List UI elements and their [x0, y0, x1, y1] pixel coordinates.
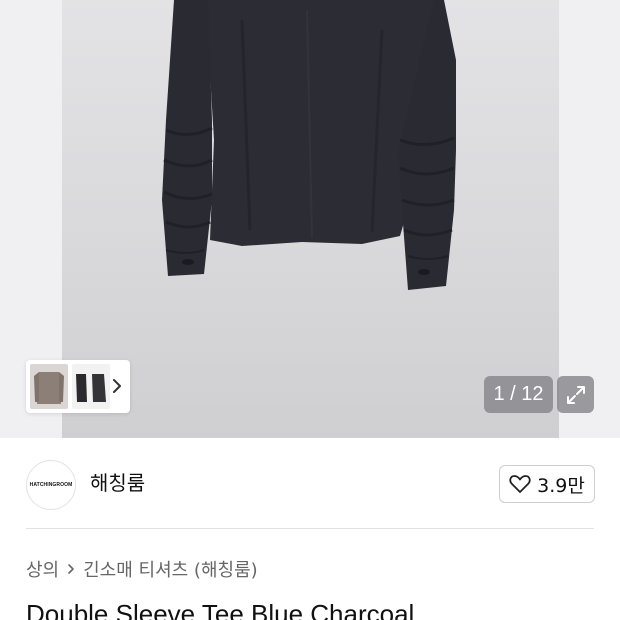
- expand-button[interactable]: [557, 376, 594, 413]
- like-count: 3.9만: [537, 474, 585, 497]
- breadcrumb: 상의 긴소매 티셔츠 (해칭룸): [26, 555, 258, 583]
- product-image-gallery[interactable]: 1 / 12: [0, 0, 620, 438]
- chevron-right-icon: [68, 564, 74, 574]
- thumbnail-black-shirts[interactable]: [72, 364, 110, 409]
- product-title: Double Sleeve Tee Blue Charcoal: [26, 599, 415, 620]
- brand-row: HATCHINGROOM 해칭룸 3.9만: [0, 438, 620, 530]
- image-counter: 1 / 12: [484, 376, 553, 413]
- thumbnail-grey-shirt[interactable]: [30, 364, 68, 409]
- breadcrumb-category[interactable]: 상의: [26, 556, 59, 582]
- black-shirts-thumb-icon: [76, 374, 106, 402]
- brand-name[interactable]: 해칭룸: [90, 468, 145, 498]
- thumbnail-strip[interactable]: [26, 360, 130, 413]
- product-photo[interactable]: [62, 0, 559, 438]
- grey-shirt-thumb-icon: [34, 372, 64, 404]
- expand-icon: [566, 385, 585, 404]
- breadcrumb-subcategory[interactable]: 긴소매 티셔츠 (해칭룸): [83, 556, 258, 582]
- brand-logo-text: HATCHINGROOM: [29, 482, 73, 488]
- long-sleeve-shirt-image: [162, 0, 456, 290]
- brand-logo[interactable]: HATCHINGROOM: [26, 460, 76, 510]
- divider: [26, 528, 594, 529]
- chevron-right-icon[interactable]: [110, 375, 124, 397]
- like-button[interactable]: 3.9만: [499, 465, 595, 503]
- heart-icon: [509, 475, 531, 493]
